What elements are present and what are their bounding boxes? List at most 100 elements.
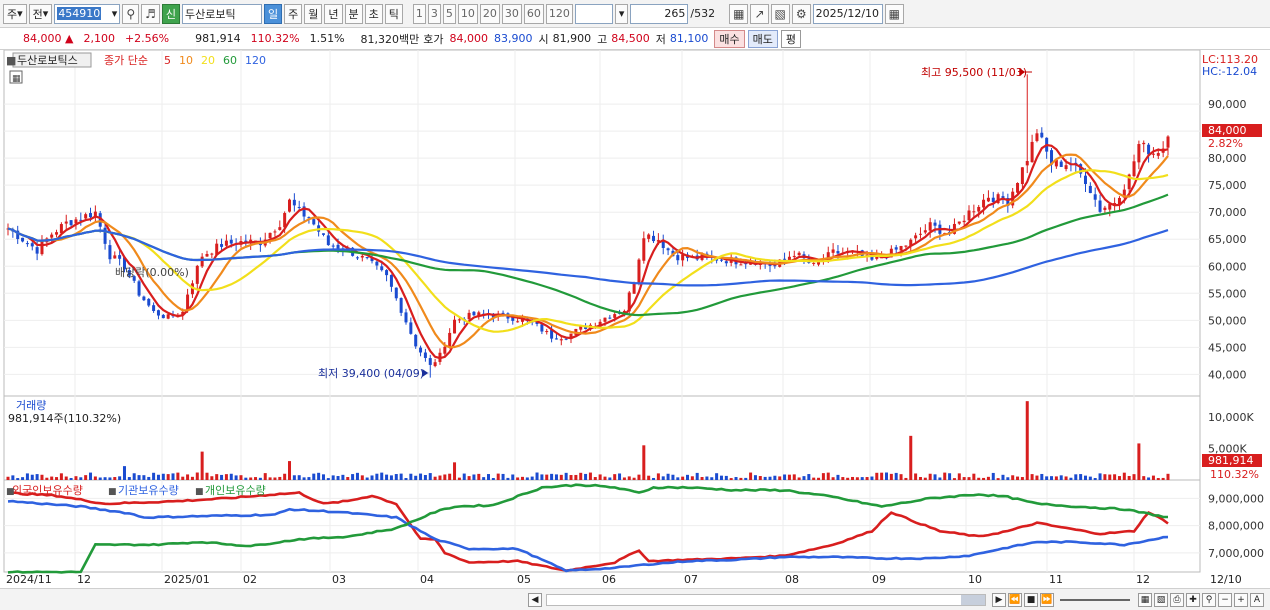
volume-bar [1006, 477, 1010, 480]
volume-bar [792, 474, 796, 480]
gear-icon[interactable]: ⚙ [791, 3, 811, 24]
candle [326, 235, 330, 246]
candle [292, 199, 296, 206]
volume-bar [700, 477, 704, 480]
volume-bar [93, 476, 97, 480]
period-button[interactable]: 주 [284, 3, 303, 24]
chart-scrollbar[interactable] [546, 593, 986, 606]
scroll-left-icon[interactable]: ◀ [528, 592, 542, 607]
volume-bar [1020, 477, 1024, 480]
layout-icon[interactable]: ▦ [1138, 592, 1152, 607]
volume-bar [642, 445, 646, 480]
date-input[interactable]: 2025/12/10 [812, 3, 883, 24]
copy-icon[interactable]: ▧ [1154, 592, 1168, 607]
crosshair-icon[interactable]: ✚ [1186, 592, 1200, 607]
stock-chart[interactable]: 90,00085,00080,00075,00070,00065,00060,0… [0, 50, 1270, 588]
minute-button[interactable]: 20 [479, 3, 500, 24]
type-select[interactable]: 전 ▾ [28, 3, 53, 24]
volume-bar [603, 476, 607, 480]
candle [1147, 144, 1151, 155]
candle [297, 206, 301, 208]
volume-bar [355, 472, 359, 480]
candle [928, 222, 932, 231]
volume-bar [1064, 476, 1068, 480]
play-icon[interactable]: ▶ [992, 592, 1006, 607]
volume-bar [409, 473, 413, 480]
date-tick: 04 [420, 573, 434, 586]
volume-bar [341, 474, 345, 480]
volume-bar [84, 475, 88, 480]
volume-bar [152, 472, 156, 480]
candle [554, 338, 558, 340]
save-icon[interactable]: ▧ [770, 3, 790, 24]
period-button[interactable]: 초 [364, 3, 383, 24]
rewind-icon[interactable]: ⏪ [1008, 592, 1022, 607]
period-button[interactable]: 분 [344, 3, 363, 24]
chart-legend-name[interactable]: 두산로보틱스 [17, 54, 78, 67]
volume-bar [1117, 476, 1121, 480]
volume-bar [239, 475, 243, 480]
zoom-icon[interactable]: ⚲ [1202, 592, 1216, 607]
volume-bar [312, 473, 316, 480]
volume-bar [137, 475, 141, 480]
volume-bar [817, 477, 821, 480]
custom-interval-input[interactable] [574, 3, 613, 24]
zoom-slider[interactable] [1060, 598, 1130, 601]
table-icon[interactable]: ▦ [12, 74, 21, 84]
volume-bar [928, 473, 932, 480]
volume-bar [1147, 477, 1151, 480]
volume-bar [559, 474, 563, 480]
mode-select[interactable]: 주 ▾ [3, 3, 27, 24]
volume-bar [1025, 401, 1029, 480]
ma-legend-120: 120 [245, 54, 266, 67]
minute-button[interactable]: 3 [427, 3, 441, 24]
minus-icon[interactable]: − [1218, 592, 1232, 607]
candle [64, 221, 68, 224]
font-size-icon[interactable]: A [1250, 592, 1264, 607]
period-button[interactable]: 년 [324, 3, 343, 24]
candle [1030, 141, 1034, 163]
candle [419, 347, 423, 353]
minute-button[interactable]: 10 [457, 3, 478, 24]
candle [312, 219, 316, 225]
minute-button[interactable]: 60 [523, 3, 544, 24]
volume-bar [618, 473, 622, 480]
minute-button[interactable]: 5 [442, 3, 456, 24]
candle [394, 287, 398, 299]
volume-bar [564, 472, 568, 480]
count-input[interactable]: 265 [630, 3, 689, 24]
sell-button[interactable]: 매도 [747, 29, 778, 48]
interval-dropdown-icon[interactable]: ▾ [614, 3, 629, 24]
volume-bar [234, 475, 238, 480]
volume-bar [1161, 477, 1165, 480]
volume-bar [321, 474, 325, 480]
stop-icon[interactable]: ■ [1024, 592, 1038, 607]
candle [904, 245, 908, 247]
minute-button[interactable]: 1 [412, 3, 426, 24]
search-icon[interactable]: ⚲ [122, 3, 140, 24]
candle [797, 252, 801, 256]
candle [428, 358, 432, 365]
volume-bar [540, 474, 544, 480]
minute-button[interactable]: 120 [545, 3, 573, 24]
candle [448, 332, 452, 348]
buy-button[interactable]: 매수 [714, 29, 745, 48]
plus-icon[interactable]: + [1234, 592, 1248, 607]
period-button[interactable]: 월 [304, 3, 323, 24]
volume-bar [889, 473, 893, 480]
period-button[interactable]: 일 [264, 3, 283, 24]
minute-button[interactable]: 30 [501, 3, 522, 24]
draw-tool-icon[interactable]: ↗ [750, 3, 769, 24]
stock-name-field[interactable]: 두산로보틱 [182, 3, 262, 24]
candle [681, 254, 685, 261]
volume-bar [331, 475, 335, 480]
calendar-icon[interactable]: ▦ [884, 3, 904, 24]
speaker-icon[interactable]: ♬ [141, 3, 160, 24]
fast-forward-icon[interactable]: ⏩ [1040, 592, 1054, 607]
period-button[interactable]: 틱 [384, 3, 403, 24]
candle [545, 331, 549, 333]
avg-button[interactable]: 평 [780, 29, 802, 48]
code-input[interactable]: 454910 ▾ [54, 3, 121, 24]
print-icon[interactable]: ⎙ [1170, 592, 1184, 607]
grid-icon[interactable]: ▦ [729, 3, 749, 24]
